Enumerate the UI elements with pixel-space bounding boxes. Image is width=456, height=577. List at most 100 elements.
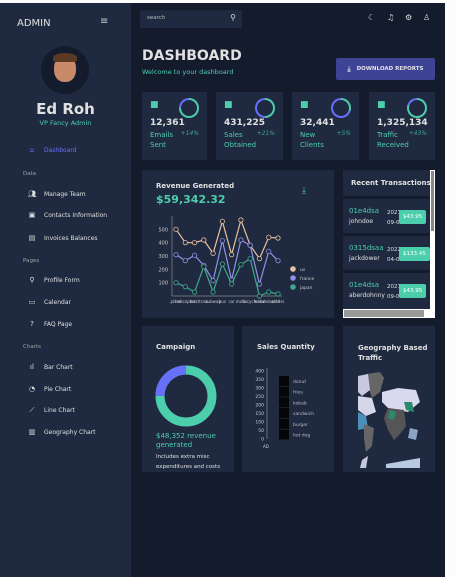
sidebar-item-label: Dashboard [44,146,77,154]
legend-label: sandwich [293,411,314,417]
sidebar-item-label: FAQ Page [44,320,73,328]
campaign-revenue: $48,352 revenue generated [156,432,216,449]
avatar [41,46,89,94]
data-point [210,250,216,256]
sidebar-item-invoices[interactable]: ▤ Invoices Balances [27,234,98,242]
stat-card: ■ 431,225 Sales Obtained +21% [216,92,283,160]
y-tick-label: 0 [261,437,264,443]
geography-card: Geography Based Traffic [343,326,435,472]
data-point [182,258,188,264]
data-point [191,240,198,246]
stat-value: 12,361 [150,118,185,128]
bar-chart: 0 50 100 150 200 250 300 350 400 AD donut fries keba… [255,368,314,449]
series-line-us [175,218,279,260]
download-label: DOWNLOAD REPORTS [356,66,424,72]
data-point [275,258,281,264]
search-input[interactable]: search ⚲ [140,10,242,28]
data-point [266,234,272,240]
x-tick-label: others [272,299,285,304]
transaction-user: johndoe [349,218,374,225]
sales-quantity-card: Sales Quantity 0 50 100 150 200 250 300 350 400 A… [242,326,334,472]
sidebar-item-faq[interactable]: ? FAQ Page [27,320,72,328]
contacts-icon: ▣ [28,211,36,219]
data-point [229,281,235,287]
stat-value: 32,441 [300,118,335,128]
data-point [201,264,207,270]
sidebar-item-profile-form[interactable]: ⚲ Profile Form [27,276,79,284]
search-icon[interactable]: ⚲ [230,13,236,22]
x-tick-label: bus [219,299,226,304]
data-point [266,289,272,295]
sidebar-item-geography-chart[interactable]: ▥ Geography Chart [27,428,96,436]
data-point [275,291,281,297]
help-icon: ? [30,320,34,328]
y-tick-label: 200 [158,267,168,273]
dark-mode-icon[interactable]: ☾ [368,13,375,22]
person-icon[interactable]: ♙ [423,13,430,22]
legend-swatch [279,397,289,408]
settings-icon[interactable]: ⚙ [405,13,412,22]
legend-label: burger [293,422,308,428]
data-point [219,238,225,244]
horizontal-scrollbar[interactable] [343,309,435,318]
hamburger-icon[interactable]: ≡ [100,16,108,27]
y-tick-label: 400 [158,241,168,247]
data-point [219,218,225,224]
download-icon: ⤓ [347,64,351,73]
stat-label: New Clients [300,131,324,149]
y-tick-label: 50 [258,428,264,434]
sidebar-item-label: Bar Chart [44,363,73,371]
campaign-progress-ring [155,365,217,427]
transaction-cost: $43.95 [399,284,427,298]
sidebar-item-label: Calendar [44,298,71,306]
sidebar-item-bar-chart[interactable]: ıl Bar Chart [27,363,73,371]
vertical-scrollbar[interactable] [430,170,435,309]
sidebar-item-pie-chart[interactable]: ◔ Pie Chart [27,385,71,393]
legend-swatch [290,275,296,281]
home-icon: ⌂ [29,146,35,154]
stat-card: ■ 1,325,134 Traffic Received +43% [369,92,435,160]
data-point [191,289,198,295]
stat-value: 1,325,134 [377,118,428,128]
sidebar-item-calendar[interactable]: ▭ Calendar [27,298,71,306]
sidebar-item-contacts[interactable]: ▣ Contacts Information [27,211,107,219]
stat-label: Traffic Received [377,131,409,149]
y-tick-label: 500 [158,227,168,233]
y-tick-label: 400 [255,369,264,375]
sidebar-item-label: Geography Chart [44,428,96,436]
geography-map[interactable] [358,372,420,468]
x-tick-label: car [228,299,235,304]
section-pages: Pages [23,258,40,264]
progress-ring [179,98,199,118]
y-tick-label: 250 [255,394,264,400]
line-chart: 100200300400500planehelicopterboat trains… [158,216,315,304]
y-tick-label: 350 [255,377,264,383]
recent-transactions: Recent Transactions 01e4dsa johndoe 2021… [343,170,435,318]
data-point [238,237,244,243]
sidebar-item-dashboard[interactable]: ⌂ Dashboard [27,146,77,154]
series-line-japan [175,257,279,297]
legend-label: donut [293,379,306,385]
data-point [173,226,179,232]
legend-swatch [279,418,289,429]
sidebar-item-manage-team[interactable]: 👥︎ Manage Team [27,190,86,198]
legend-label: japan [299,285,313,291]
download-reports-button[interactable]: ⤓ DOWNLOAD REPORTS [336,58,435,80]
data-point [266,248,272,254]
calendar-icon: ▭ [28,298,36,306]
data-point [229,252,235,258]
stat-increase: +5% [336,130,351,137]
data-point [238,262,244,268]
data-point [201,237,207,243]
campaign-title: Campaign [156,343,196,351]
legend-label: fries [293,390,303,396]
progress-ring [255,98,275,118]
sidebar: ADMIN ≡ Ed Roh VP Fancy Admin ⌂ Dashboard… [0,3,131,577]
legend-swatch [279,408,289,419]
sidebar-item-line-chart[interactable]: ⟋ Line Chart [27,406,75,415]
data-point [173,252,179,258]
data-point [247,256,253,262]
notifications-icon[interactable]: ♫ [387,13,394,22]
email-icon: ■ [150,100,159,110]
bar-chart-icon: ıl [30,363,34,371]
